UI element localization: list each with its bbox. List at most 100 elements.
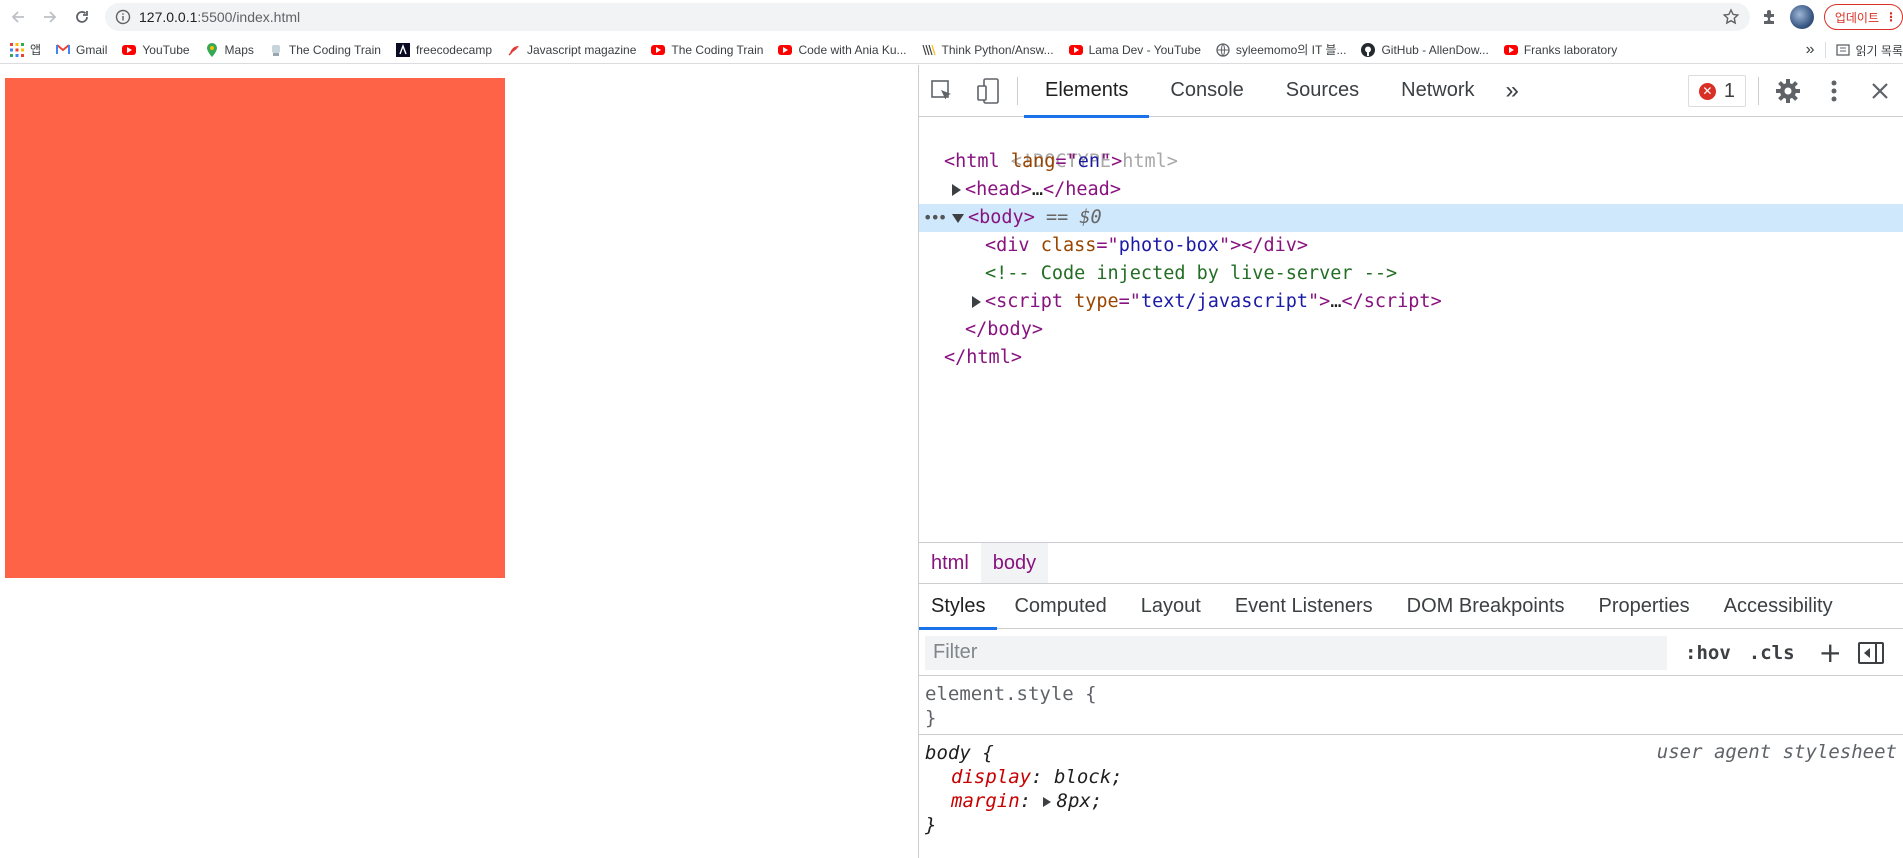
bookmarks-bar: 앱 Gmail YouTube Maps The Coding Train fr…: [0, 36, 1903, 64]
new-style-rule-button[interactable]: +: [1819, 638, 1842, 667]
collapsed-ellipsis: …: [1330, 291, 1342, 312]
coding-train-icon: [269, 43, 283, 57]
expand-triangle-icon[interactable]: [952, 184, 961, 196]
styles-filter-input[interactable]: [925, 635, 1667, 670]
tab-event-listeners[interactable]: Event Listeners: [1218, 584, 1390, 629]
update-button[interactable]: 업데이트 ⋮: [1823, 4, 1903, 30]
bookmark-item[interactable]: Gmail: [56, 43, 107, 57]
devtools-panel: Elements Console Sources Network » ✕ 1 <…: [918, 65, 1903, 858]
gmail-icon: [56, 43, 71, 57]
dom-tree[interactable]: <!DOCTYPE html> <html lang="en"> <head>……: [919, 118, 1903, 542]
dom-node-head[interactable]: <head>…</head>: [919, 176, 1903, 204]
rule-close-brace: }: [925, 814, 937, 836]
bookmark-item[interactable]: Maps: [205, 42, 254, 57]
tab-console[interactable]: Console: [1149, 65, 1264, 117]
tab-dom-breakpoints[interactable]: DOM Breakpoints: [1390, 584, 1582, 629]
bookmark-item[interactable]: syleemomo의 IT 블...: [1216, 41, 1346, 58]
error-count: 1: [1723, 79, 1735, 102]
dom-node-doctype[interactable]: <!DOCTYPE html>: [919, 120, 1903, 172]
error-count-badge[interactable]: ✕ 1: [1687, 75, 1746, 107]
forward-button[interactable]: [38, 5, 62, 29]
tag-name: body: [987, 319, 1032, 340]
reading-list-button[interactable]: 읽기 목록: [1835, 42, 1903, 59]
dom-node-script[interactable]: <script type="text/javascript">…</script…: [919, 288, 1903, 316]
breadcrumb-label: body: [992, 551, 1037, 574]
bookmark-item[interactable]: The Coding Train: [651, 43, 763, 57]
tab-network[interactable]: Network: [1380, 65, 1495, 117]
cls-toggle-button[interactable]: .cls: [1749, 642, 1795, 664]
maps-icon: [205, 42, 219, 57]
browser-toolbar: 127.0.0.1:5500/index.html 업데이트 ⋮: [0, 0, 1903, 31]
back-button[interactable]: [6, 5, 30, 29]
property-value: block;: [1053, 766, 1123, 788]
bookmark-label: 앱: [30, 43, 42, 57]
bookmark-label: The Coding Train: [671, 42, 764, 57]
tab-properties[interactable]: Properties: [1582, 584, 1707, 629]
dom-node-body-close[interactable]: </body>: [919, 316, 1903, 344]
youtube-icon: [778, 43, 793, 57]
bookmark-item[interactable]: YouTube: [122, 43, 190, 57]
dom-node-html-close[interactable]: </html>: [919, 344, 1903, 372]
toggle-sidebar-icon[interactable]: [1858, 641, 1884, 664]
tab-label: Event Listeners: [1234, 594, 1373, 617]
bookmark-apps[interactable]: 앱: [10, 41, 41, 58]
style-property[interactable]: margin: 8px;: [925, 789, 1897, 813]
bookmark-item[interactable]: freecodecamp: [395, 42, 492, 57]
tab-label: Properties: [1598, 594, 1690, 617]
style-property[interactable]: display: block;: [925, 765, 1897, 789]
kebab-menu-icon: [1831, 80, 1837, 102]
attr-name: lang: [1010, 151, 1056, 172]
reload-button[interactable]: [70, 5, 94, 29]
profile-avatar[interactable]: [1789, 5, 1814, 29]
tab-sources[interactable]: Sources: [1265, 65, 1380, 117]
bookmark-label: Gmail: [76, 42, 108, 57]
info-icon[interactable]: [115, 9, 131, 25]
hov-toggle-button[interactable]: :hov: [1685, 642, 1731, 664]
dom-node-html[interactable]: <html lang="en">: [919, 148, 1903, 176]
inspect-element-button[interactable]: [919, 65, 965, 117]
node-actions-ellipsis-icon[interactable]: •••: [923, 204, 947, 232]
settings-button[interactable]: [1765, 65, 1811, 117]
property-name: display: [951, 766, 1032, 788]
dom-node-body[interactable]: ••• <body> == $0: [919, 204, 1903, 232]
tag-name: html: [955, 151, 1000, 172]
tab-label: Network: [1401, 79, 1475, 101]
extensions-puzzle-icon[interactable]: [1760, 8, 1778, 26]
tab-computed[interactable]: Computed: [997, 584, 1123, 629]
collapse-triangle-icon[interactable]: [952, 213, 964, 223]
bookmark-item[interactable]: Franks laboratory: [1503, 43, 1617, 57]
expand-triangle-icon[interactable]: [972, 296, 981, 308]
tab-label: Computed: [1014, 594, 1107, 617]
bookmarks-overflow-button[interactable]: »: [1806, 41, 1815, 59]
device-toolbar-button[interactable]: [965, 65, 1011, 117]
dom-node-comment[interactable]: <!-- Code injected by live-server -->: [919, 260, 1903, 288]
element-style-rule[interactable]: element.style { }: [919, 676, 1903, 735]
body-style-rule[interactable]: body { user agent stylesheet display: bl…: [919, 735, 1903, 841]
bookmark-item[interactable]: The Coding Train: [269, 43, 381, 57]
attr-name: type: [1074, 291, 1119, 312]
bookmark-star-icon[interactable]: [1722, 8, 1740, 26]
tab-accessibility[interactable]: Accessibility: [1707, 584, 1850, 629]
dom-node-div[interactable]: <div class="photo-box"></div>: [919, 232, 1903, 260]
attr-value: text/javascript: [1140, 291, 1309, 312]
selected-node-marker: == $0: [1045, 207, 1102, 228]
attr-value: en: [1077, 151, 1100, 172]
bookmark-item[interactable]: Code with Ania Ku...: [778, 43, 907, 57]
address-bar[interactable]: 127.0.0.1:5500/index.html: [105, 3, 1750, 31]
bookmark-item[interactable]: Lama Dev - YouTube: [1068, 43, 1201, 57]
close-devtools-button[interactable]: [1857, 65, 1903, 117]
bookmark-item[interactable]: GitHub - AllenDow...: [1361, 42, 1489, 57]
bookmark-item[interactable]: Javascript magazine: [507, 43, 636, 57]
bookmark-item[interactable]: Think Python/Answ...: [921, 43, 1054, 57]
tab-elements[interactable]: Elements: [1024, 65, 1150, 118]
more-tabs-button[interactable]: »: [1496, 65, 1529, 117]
device-mobile-icon: [977, 77, 999, 104]
tag-name: script: [996, 291, 1063, 312]
breadcrumb-item-body[interactable]: body: [980, 543, 1049, 583]
tab-styles[interactable]: Styles: [919, 584, 998, 630]
breadcrumb-item-html[interactable]: html: [919, 543, 981, 583]
customize-menu-button[interactable]: [1811, 65, 1857, 117]
tab-layout[interactable]: Layout: [1124, 584, 1218, 629]
apps-grid-icon: [10, 42, 24, 57]
expand-shorthand-icon[interactable]: [1042, 796, 1051, 807]
